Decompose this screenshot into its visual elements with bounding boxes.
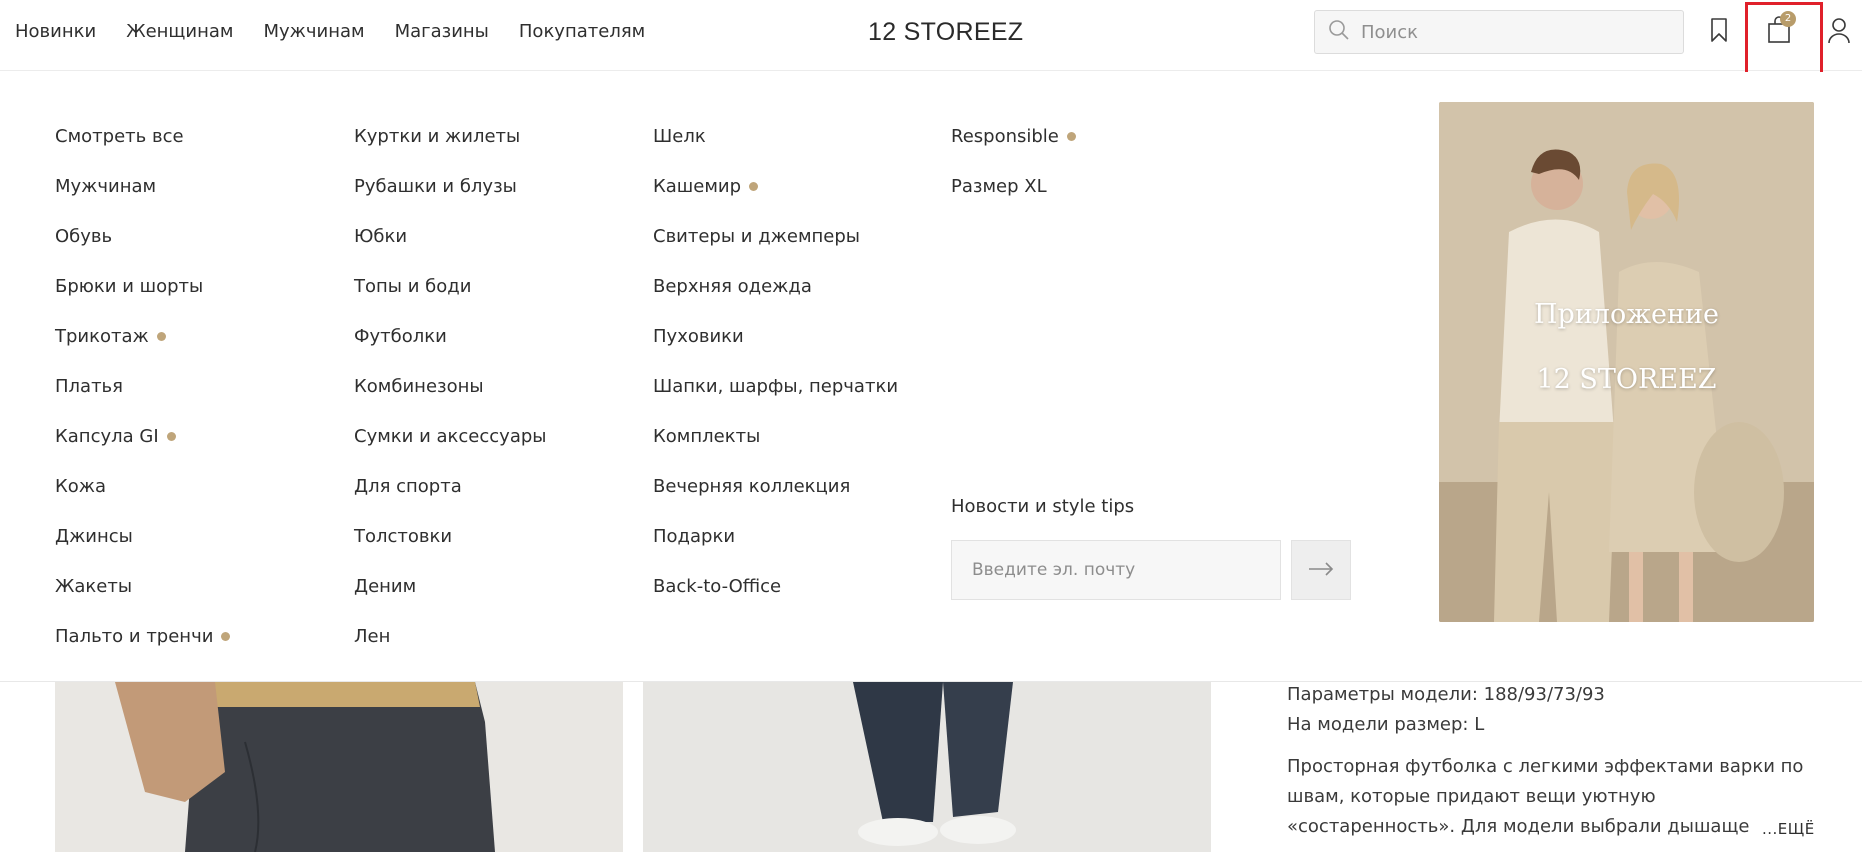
menu-item-label: Responsible — [951, 126, 1059, 147]
nav-men[interactable]: Мужчинам — [263, 20, 364, 44]
menu-item-shoes[interactable]: Обувь — [55, 216, 230, 266]
menu-item-hats-scarves-gloves[interactable]: Шапки, шарфы, перчатки — [653, 366, 898, 416]
menu-item-capsule-gi[interactable]: Капсула GI — [55, 416, 230, 466]
menu-item-back-to-office[interactable]: Back-to-Office — [653, 566, 898, 616]
highlight-dot-icon — [221, 631, 231, 641]
menu-item-label: Капсула GI — [55, 426, 159, 447]
menu-item-jeans[interactable]: Джинсы — [55, 516, 230, 566]
product-description: Просторная футболка с легкими эффектами … — [1287, 756, 1804, 837]
app-promo-banner[interactable]: Приложение 12 STOREEZ — [1439, 102, 1814, 622]
promo-illustration — [1439, 102, 1814, 622]
nav-customers[interactable]: Покупателям — [519, 20, 645, 44]
menu-item-jumpsuits[interactable]: Комбинезоны — [354, 366, 547, 416]
model-size: На модели размер: L — [1287, 714, 1485, 735]
product-image-1[interactable] — [55, 682, 623, 852]
mega-menu: Смотреть все Мужчинам Обувь Брюки и шорт… — [0, 72, 1862, 682]
menu-item-men[interactable]: Мужчинам — [55, 166, 230, 216]
menu-item-skirts[interactable]: Юбки — [354, 216, 547, 266]
menu-item-shirts-blouses[interactable]: Рубашки и блузы — [354, 166, 547, 216]
account-button[interactable] — [1825, 16, 1853, 48]
menu-item-label: Трикотаж — [55, 326, 149, 347]
menu-item-coats-trenches[interactable]: Пальто и тренчи — [55, 616, 231, 666]
top-nav: Новинки Женщинам Мужчинам Магазины Покуп… — [15, 20, 675, 44]
menu-item-label: Кашемир — [653, 176, 742, 197]
menu-item-sweatshirts[interactable]: Толстовки — [354, 516, 547, 566]
menu-item-gifts[interactable]: Подарки — [653, 516, 898, 566]
arrow-right-icon — [1308, 561, 1334, 580]
site-header: Новинки Женщинам Мужчинам Магазины Покуп… — [0, 0, 1862, 92]
menu-item-bags-accessories[interactable]: Сумки и аксессуары — [354, 416, 547, 466]
search-icon — [1327, 18, 1351, 46]
highlight-dot-icon — [156, 331, 166, 341]
highlight-dot-icon — [1066, 131, 1076, 141]
menu-item-denim[interactable]: Деним — [354, 566, 547, 616]
nav-stores[interactable]: Магазины — [395, 20, 489, 44]
menu-item-outerwear[interactable]: Верхняя одежда — [653, 266, 898, 316]
menu-item-sport[interactable]: Для спорта — [354, 466, 547, 516]
menu-item-knitwear[interactable]: Трикотаж — [55, 316, 230, 366]
model-params: Параметры модели: 188/93/73/93 — [1287, 684, 1605, 705]
menu-item-evening[interactable]: Вечерняя коллекция — [653, 466, 898, 516]
read-more-link[interactable]: ...ЕЩЁ — [1752, 820, 1815, 838]
newsletter-email-input[interactable] — [951, 540, 1281, 600]
menu-item-trousers-shorts[interactable]: Брюки и шорты — [55, 266, 230, 316]
nav-new[interactable]: Новинки — [15, 20, 96, 44]
menu-item-silk[interactable]: Шелк — [653, 116, 898, 166]
menu-item-sets[interactable]: Комплекты — [653, 416, 898, 466]
highlight-dot-icon — [166, 431, 176, 441]
menu-item-responsible[interactable]: Responsible — [951, 116, 1076, 166]
menu-item-view-all[interactable]: Смотреть все — [55, 116, 230, 166]
menu-column-2: Куртки и жилеты Рубашки и блузы Юбки Топ… — [354, 116, 547, 666]
newsletter-title: Новости и style tips — [951, 496, 1135, 517]
search-box[interactable] — [1314, 10, 1684, 54]
menu-item-tops-bodysuits[interactable]: Топы и боди — [354, 266, 547, 316]
menu-item-tshirts[interactable]: Футболки — [354, 316, 547, 366]
product-image-2[interactable] — [643, 682, 1211, 852]
favorites-button[interactable] — [1705, 16, 1733, 48]
highlight-dot-icon — [749, 181, 759, 191]
nav-women[interactable]: Женщинам — [126, 20, 233, 44]
search-input[interactable] — [1361, 21, 1661, 43]
promo-title-line-2: 12 STOREEZ — [1536, 364, 1717, 395]
product-details: Параметры модели: 188/93/73/93 На модели… — [1287, 680, 1827, 842]
user-icon — [1827, 16, 1851, 48]
menu-item-jackets[interactable]: Жакеты — [55, 566, 230, 616]
menu-item-dresses[interactable]: Платья — [55, 366, 230, 416]
promo-title-line-1: Приложение — [1533, 299, 1720, 330]
site-logo[interactable]: 12 STOREEZ — [868, 18, 1023, 47]
menu-item-size-xl[interactable]: Размер XL — [951, 166, 1076, 216]
menu-item-sweaters[interactable]: Свитеры и джемперы — [653, 216, 898, 266]
newsletter-submit-button[interactable] — [1291, 540, 1351, 600]
menu-item-label: Пальто и тренчи — [55, 626, 214, 647]
menu-item-jackets-vests[interactable]: Куртки и жилеты — [354, 116, 547, 166]
menu-item-puffers[interactable]: Пуховики — [653, 316, 898, 366]
menu-item-cashmere[interactable]: Кашемир — [653, 166, 898, 216]
menu-column-1: Смотреть все Мужчинам Обувь Брюки и шорт… — [55, 116, 231, 666]
bookmark-icon — [1710, 17, 1728, 47]
menu-item-linen[interactable]: Лен — [354, 616, 547, 666]
menu-item-leather[interactable]: Кожа — [55, 466, 230, 516]
menu-column-3: Шелк Кашемир Свитеры и джемперы Верхняя … — [653, 116, 898, 616]
menu-column-4: Responsible Размер XL — [951, 116, 1076, 216]
